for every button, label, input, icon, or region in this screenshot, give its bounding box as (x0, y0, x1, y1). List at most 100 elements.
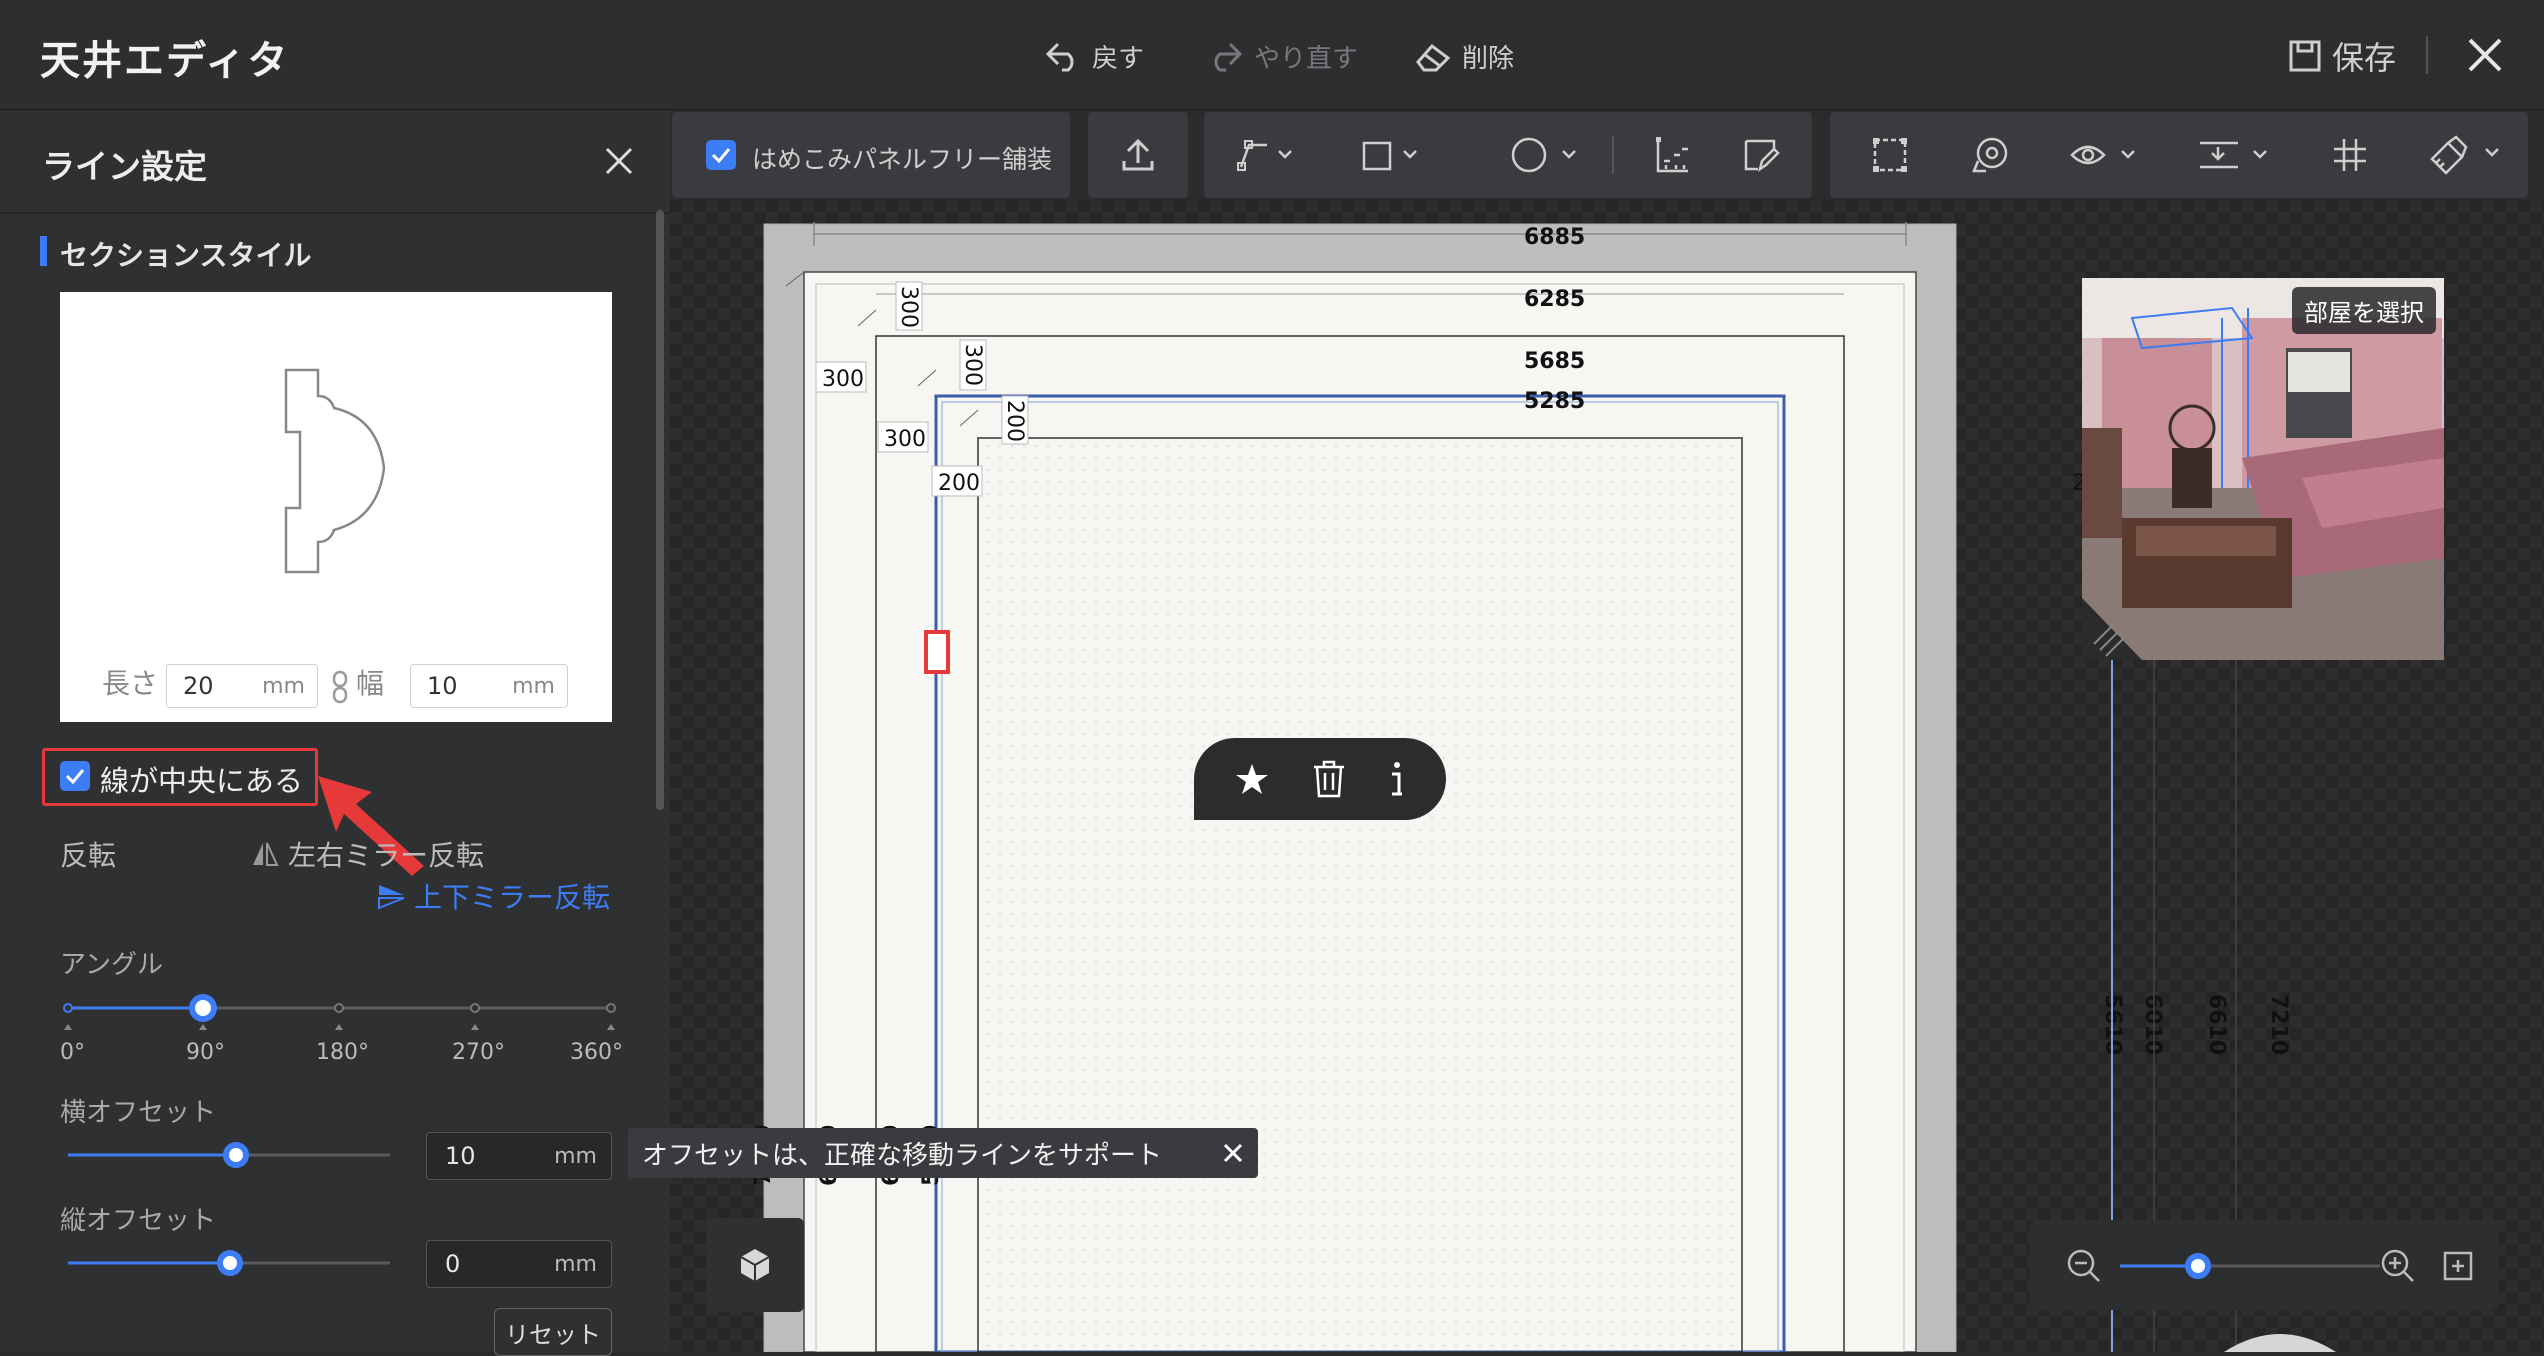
flip-lr-label: 左右ミラー反転 (288, 839, 485, 872)
select-area-tool[interactable] (1850, 112, 1930, 198)
panel-free-checkbox[interactable] (706, 140, 736, 170)
link-icon[interactable] (330, 670, 350, 704)
flip-lr-button[interactable]: 左右ミラー反転 (250, 834, 484, 874)
room-render-image (2082, 278, 2444, 660)
material-tool[interactable] (2416, 112, 2516, 198)
zoom-in-icon[interactable] (2380, 1248, 2416, 1284)
eraser-icon (1414, 40, 1452, 72)
dim-small-200: 200 (1002, 400, 1027, 442)
flip-ud-button[interactable]: 上下ミラー反転 (376, 876, 610, 916)
v-offset-unit: mm (554, 1251, 597, 1277)
v-offset-label: 縦オフセット (60, 1206, 217, 1236)
select-area-icon (1873, 138, 1907, 172)
room-3d-preview[interactable] (2082, 278, 2444, 660)
height-tool[interactable] (2186, 112, 2286, 198)
3d-view-button[interactable] (706, 1218, 804, 1312)
undo-button[interactable]: 戻す (1044, 34, 1144, 78)
upload-icon (1122, 138, 1154, 171)
grid-tool[interactable] (2310, 112, 2390, 198)
paint-brush-icon (2430, 135, 2499, 175)
dim-top-5285: 5285 (1524, 389, 1585, 414)
h-offset-value: 10 (445, 1142, 476, 1170)
selected-line-handle (924, 630, 950, 674)
h-offset-input[interactable]: 10 mm (426, 1132, 612, 1180)
angle-tick-label: 0° (60, 1040, 85, 1065)
delete-button[interactable]: 削除 (1414, 34, 1514, 78)
info-icon[interactable] (1389, 760, 1405, 798)
edit-tool[interactable] (1720, 112, 1800, 198)
panel-free-group: はめこみパネルフリー舗装 (672, 112, 1070, 198)
length-input[interactable]: 20 mm (166, 664, 318, 708)
app-title: 天井エディタ (40, 38, 290, 84)
section-preview: 長さ 20 mm 幅 10 mm (60, 292, 612, 722)
molding-profile-shape (284, 368, 386, 574)
dim-small-300: 300 (896, 286, 921, 328)
zoom-out-icon[interactable] (2066, 1248, 2102, 1284)
angle-tick-label: 270° (452, 1040, 505, 1065)
angle-tick-label: 360° (570, 1040, 623, 1065)
polyline-tool[interactable] (1220, 112, 1310, 198)
close-icon[interactable] (2462, 32, 2508, 78)
v-offset-slider[interactable] (60, 1248, 400, 1278)
rectangle-tool[interactable] (1350, 112, 1430, 198)
close-icon[interactable] (602, 144, 636, 178)
flip-label: 反転 (60, 839, 117, 872)
length-unit: mm (262, 673, 305, 699)
fit-screen-icon[interactable] (2442, 1250, 2474, 1282)
trash-icon[interactable] (1312, 760, 1346, 798)
length-value: 20 (183, 672, 214, 700)
scrollbar[interactable] (656, 210, 664, 810)
circle-icon (1511, 137, 1576, 173)
compass-partial (2224, 1334, 2336, 1352)
align-icon (1656, 137, 1688, 173)
dim-small-300: 300 (884, 427, 926, 452)
h-offset-slider[interactable] (60, 1140, 400, 1170)
mirror-ud-icon (378, 885, 405, 910)
circle-tool[interactable] (1506, 112, 1586, 198)
dim-small-300: 300 (822, 367, 864, 392)
divider (0, 212, 670, 214)
zoom-controls (2030, 1220, 2498, 1310)
cube-icon (740, 1249, 770, 1281)
check-icon (711, 148, 731, 163)
h-offset-unit: mm (554, 1143, 597, 1169)
save-button[interactable]: 保存 (2288, 34, 2396, 78)
divider (2426, 36, 2428, 74)
visibility-tool[interactable] (2056, 112, 2156, 198)
divider (1612, 136, 1614, 174)
width-label: 幅 (356, 667, 385, 700)
angle-tick-label: 90° (186, 1040, 225, 1065)
star-icon[interactable] (1235, 762, 1269, 796)
tooltip-text: オフセットは、正確な移動ラインをサポート (642, 1140, 1163, 1171)
dim-top-5685: 5685 (1524, 349, 1585, 374)
room-select-button[interactable]: 部屋を選択 (2292, 287, 2436, 334)
mirror-lr-icon (253, 842, 279, 866)
width-unit: mm (512, 673, 555, 699)
undo-icon (1044, 40, 1082, 72)
zoom-slider[interactable] (2118, 1252, 2382, 1280)
h-offset-label: 横オフセット (60, 1098, 217, 1128)
reset-button[interactable]: リセット (494, 1308, 612, 1356)
eye-icon (2070, 145, 2135, 165)
view-tools-group (1830, 112, 2528, 198)
delete-label: 削除 (1462, 43, 1515, 74)
v-offset-input[interactable]: 0 mm (426, 1240, 612, 1288)
flip-ud-label: 上下ミラー反転 (414, 881, 611, 914)
redo-icon (1206, 40, 1244, 72)
redo-button[interactable]: やり直す (1206, 34, 1358, 78)
redo-label: やり直す (1254, 43, 1359, 74)
align-tool[interactable] (1632, 112, 1712, 198)
lasso-tool[interactable] (1950, 112, 2030, 198)
upload-button[interactable] (1088, 112, 1188, 198)
offset-tooltip: オフセットは、正確な移動ラインをサポート (628, 1128, 1258, 1178)
center-line-checkbox[interactable] (60, 761, 90, 791)
angle-slider-thumb (189, 994, 217, 1022)
section-title: セクションスタイル (60, 239, 312, 272)
line-context-menu (1194, 738, 1446, 820)
export-group (1088, 112, 1188, 198)
width-input[interactable]: 10 mm (410, 664, 568, 708)
length-label: 長さ (102, 667, 159, 700)
close-icon[interactable] (1222, 1142, 1244, 1164)
panel-title: ライン設定 (42, 147, 207, 186)
save-label: 保存 (2332, 39, 2397, 77)
